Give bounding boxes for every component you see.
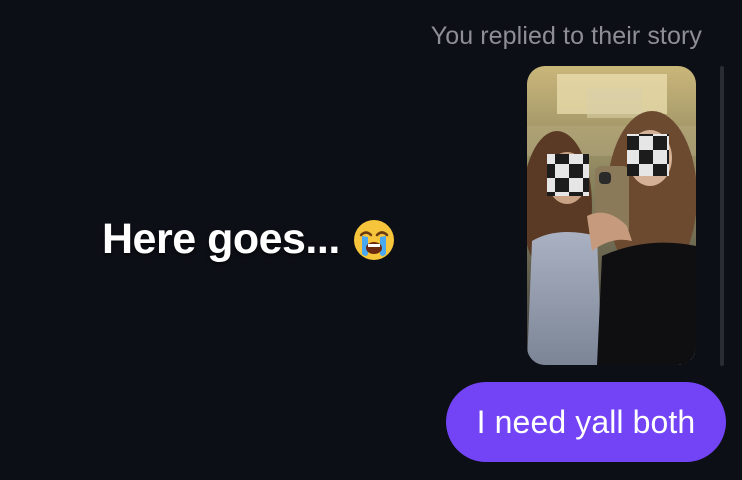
blurred-face (547, 154, 589, 196)
message-text: I need yall both (476, 403, 696, 440)
story-overlay-caption: Here goes... (102, 215, 396, 264)
chat-screen: You replied to their story Here goes... … (0, 0, 742, 480)
story-reply-label: You replied to their story (430, 22, 702, 50)
story-thumbnail[interactable] (527, 66, 696, 365)
story-photo (527, 66, 696, 365)
loudly-crying-face-icon (352, 218, 396, 262)
story-caption-text: Here goes... (102, 215, 340, 263)
blurred-face (627, 134, 669, 176)
sent-message-bubble[interactable]: I need yall both (446, 382, 726, 462)
scroll-indicator[interactable] (720, 66, 724, 366)
